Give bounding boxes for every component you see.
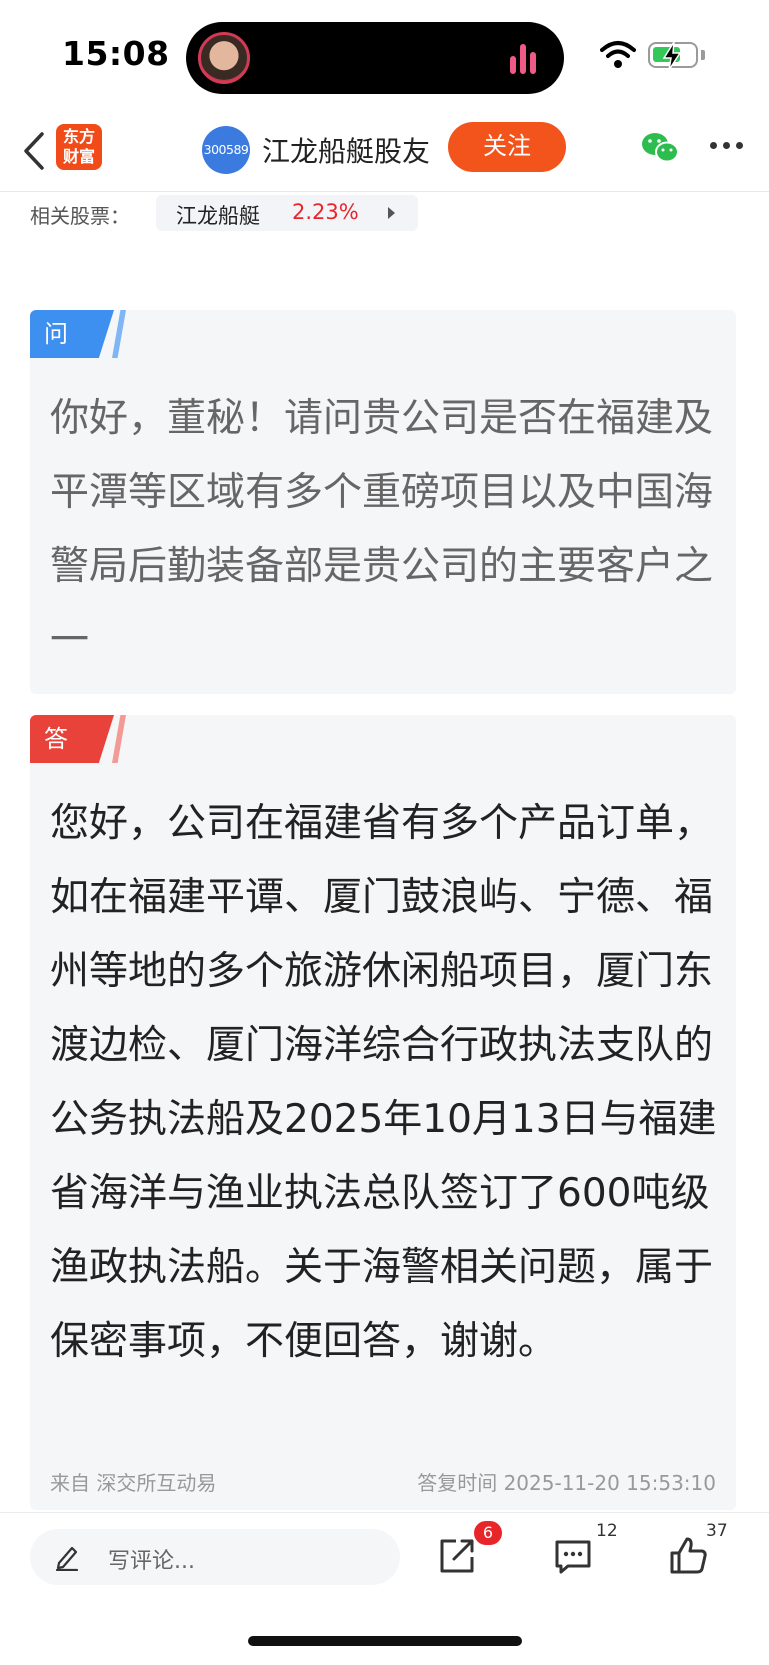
question-text: 你好，董秘！请问贵公司是否在福建及平潭等区域有多个重磅项目以及中国海警局后勤装备…	[50, 396, 714, 663]
more-icon[interactable]	[710, 142, 746, 154]
pen-icon	[55, 1546, 79, 1571]
wechat-icon[interactable]	[640, 130, 680, 166]
answer-text: 您好，公司在福建省有多个产品订单，如在福建平谭、厦门鼓浪屿、宁德、福州等地的多个…	[50, 801, 717, 1364]
dynamic-island[interactable]	[186, 22, 564, 94]
nav-bar: 东方 财富 300589 江龙船艇股友 关注	[0, 112, 769, 192]
comment-input[interactable]: 写评论...	[30, 1529, 400, 1585]
question-tag-stripe	[112, 310, 126, 358]
answer-card: 答 您好，公司在福建省有多个产品订单，如在福建平谭、厦门鼓浪屿、宁德、福州等地的…	[30, 715, 736, 1510]
chevron-right-icon	[388, 207, 395, 219]
back-icon[interactable]	[16, 126, 52, 176]
stock-avatar[interactable]: 300589	[202, 126, 250, 174]
related-stock-change: 2.23%	[292, 200, 359, 224]
answer-tag-stripe	[112, 715, 126, 763]
comments-icon[interactable]	[552, 1535, 594, 1577]
status-bar: 15:08	[0, 0, 769, 110]
home-indicator[interactable]	[248, 1636, 522, 1646]
question-card: 问 你好，董秘！请问贵公司是否在福建及平潭等区域有多个重磅项目以及中国海警局后勤…	[30, 310, 736, 694]
group-title[interactable]: 江龙船艇股友	[262, 130, 430, 170]
comment-placeholder: 写评论...	[108, 1549, 195, 1574]
app-logo[interactable]: 东方 财富	[56, 124, 102, 170]
answer-tag: 答	[30, 715, 114, 763]
follow-button[interactable]: 关注	[448, 122, 566, 172]
like-count: 37	[706, 1521, 728, 1541]
like-icon[interactable]	[668, 1535, 710, 1577]
answer-reply-time: 答复时间 2025-11-20 15:53:10	[417, 1471, 716, 1495]
battery-tip	[701, 50, 705, 60]
status-time: 15:08	[62, 34, 170, 73]
wifi-icon	[600, 41, 636, 68]
question-tag: 问	[30, 310, 114, 358]
live-activity-avatar	[198, 32, 250, 84]
charging-bolt-icon	[662, 41, 682, 71]
comment-count: 12	[596, 1521, 618, 1541]
related-stock-chip[interactable]: 江龙船艇 2.23%	[156, 195, 418, 231]
related-stock-name: 江龙船艇	[176, 204, 260, 228]
related-stocks-label: 相关股票：	[30, 204, 130, 228]
logo-line2: 财富	[62, 147, 95, 166]
share-icon[interactable]	[436, 1535, 478, 1577]
answer-source: 来自 深交所互动易	[50, 1471, 217, 1495]
share-badge: 6	[474, 1521, 502, 1545]
audio-bars-icon	[510, 44, 538, 74]
logo-line1: 东方	[62, 127, 95, 146]
